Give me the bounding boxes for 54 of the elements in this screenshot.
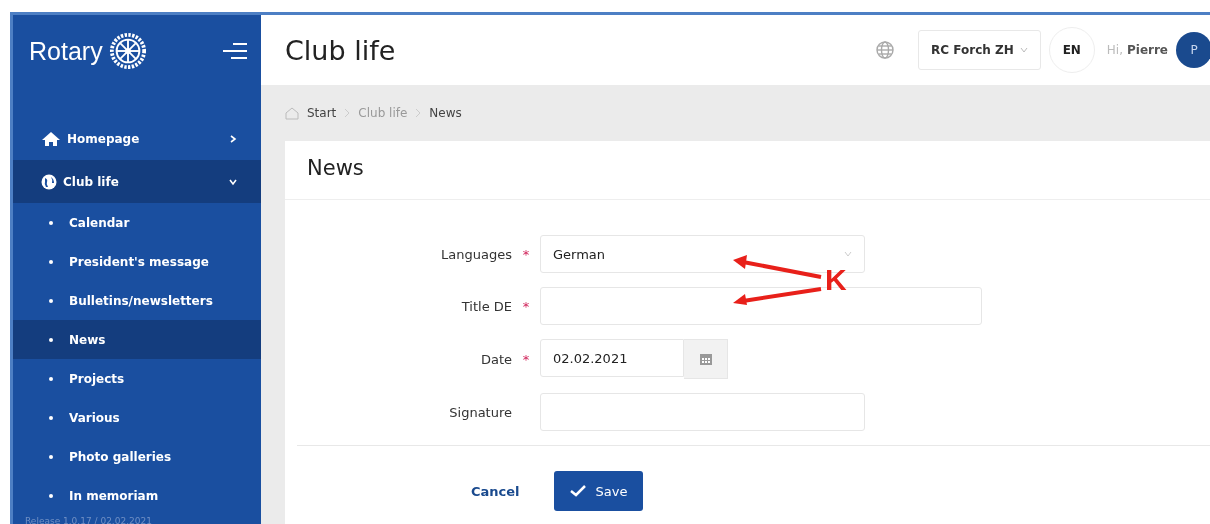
check-icon <box>569 485 586 497</box>
field-label: Title DE <box>460 298 512 314</box>
chevron-down-icon <box>1019 47 1028 53</box>
menu-icon[interactable] <box>223 42 247 60</box>
chevron-down-icon <box>844 251 852 257</box>
chevron-right-icon <box>229 134 237 143</box>
separator-icon <box>415 108 422 118</box>
bullet-icon <box>49 454 53 459</box>
nav-subitem[interactable]: Various <box>13 398 261 437</box>
release-text: Release 1.0.17 / 02.02.2021 <box>24 515 153 524</box>
calendar-button[interactable] <box>684 339 728 379</box>
bullet-icon <box>49 493 53 498</box>
required-mark: * <box>521 351 531 367</box>
input-field[interactable] <box>540 393 865 431</box>
nav-item[interactable]: Club life <box>13 160 261 203</box>
logo-text: Rotary <box>29 36 103 66</box>
field-label: Date <box>479 351 512 367</box>
globe-icon <box>41 173 57 190</box>
bullet-icon <box>49 415 53 420</box>
bullet-icon <box>49 259 53 264</box>
bullet-icon <box>49 376 53 381</box>
card-title: News <box>285 141 1210 200</box>
page-title: Club life <box>285 34 396 66</box>
bullet-icon <box>49 220 53 225</box>
avatar[interactable]: P <box>1176 32 1210 68</box>
field-label: Signature <box>448 404 512 420</box>
wheel-logo-icon <box>108 32 147 70</box>
club-select[interactable]: RC Forch ZH <box>918 30 1041 70</box>
nav-subitem[interactable]: Projects <box>13 359 261 398</box>
save-button[interactable]: Save <box>553 471 644 511</box>
breadcrumb-link[interactable]: Start <box>307 106 337 120</box>
nav-subitem[interactable]: Bulletins/newsletters <box>13 281 261 320</box>
bullet-icon <box>49 298 53 303</box>
nav-subitem[interactable]: News <box>13 320 261 359</box>
bullet-icon <box>49 337 53 342</box>
nav-subitem[interactable]: Calendar <box>13 203 261 242</box>
cancel-button[interactable]: Cancel <box>465 482 526 500</box>
required-mark: * <box>521 246 531 262</box>
nav-subitem[interactable]: In memoriam <box>13 476 261 515</box>
nav-subitem[interactable]: President's message <box>13 242 261 281</box>
chevron-down-icon <box>229 177 237 186</box>
home-icon <box>285 106 299 120</box>
calendar-icon <box>698 352 713 366</box>
separator-icon <box>344 108 351 118</box>
nav-item[interactable]: Homepage <box>13 117 261 160</box>
greeting-text: Hi, <box>1106 43 1123 57</box>
nav-subitem[interactable]: Photo galleries <box>13 437 261 476</box>
user-name: Pierre <box>1126 43 1168 57</box>
field-label: Languages <box>440 246 512 262</box>
globe-icon[interactable] <box>876 41 895 59</box>
language-button[interactable]: EN <box>1048 27 1095 73</box>
home-icon <box>41 130 61 147</box>
date-field[interactable]: 02.02.2021 <box>540 339 684 377</box>
required-mark: * <box>521 298 531 314</box>
